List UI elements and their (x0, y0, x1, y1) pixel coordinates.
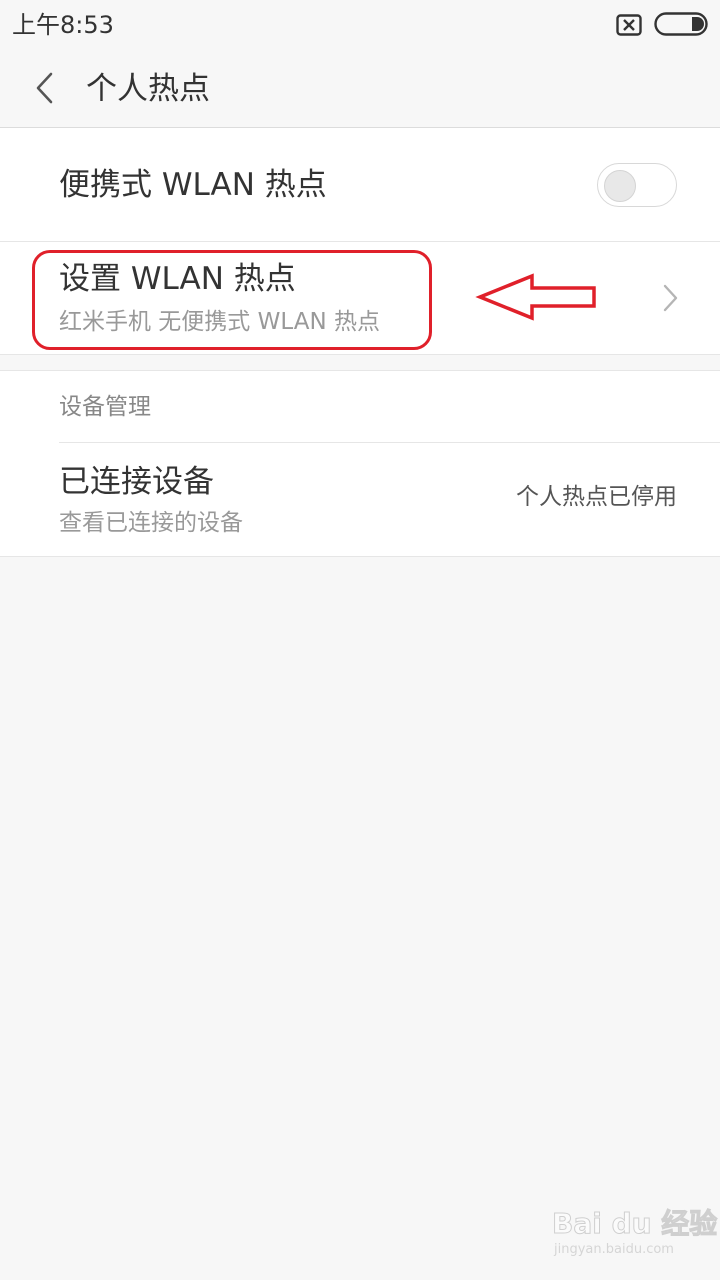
chevron-left-icon (36, 72, 53, 104)
device-management-section: 设备管理 已连接设备 查看已连接的设备 个人热点已停用 (0, 370, 720, 557)
hotspot-section: 便携式 WLAN 热点 设置 WLAN 热点 红米手机 无便携式 WLAN 热点 (0, 128, 720, 355)
status-time: 上午8:53 (12, 11, 114, 39)
section-header: 设备管理 (59, 394, 151, 420)
setup-hotspot-row[interactable]: 设置 WLAN 热点 红米手机 无便携式 WLAN 热点 (0, 242, 720, 355)
connected-devices-row[interactable]: 已连接设备 查看已连接的设备 个人热点已停用 (0, 443, 720, 557)
watermark: Bai du 经验 jingyan.baidu.com (551, 1198, 717, 1268)
watermark-logo: Bai du 经验 (551, 1207, 718, 1241)
annotation-highlight-box (32, 250, 432, 350)
watermark-url: jingyan.baidu.com (554, 1242, 674, 1257)
hotspot-toggle-row[interactable]: 便携式 WLAN 热点 (0, 128, 720, 241)
status-bar: 上午8:53 (0, 0, 720, 50)
back-button[interactable] (24, 64, 64, 112)
connected-devices-title: 已连接设备 (59, 464, 214, 500)
battery-icon (654, 12, 708, 36)
sim-off-icon (616, 14, 642, 36)
annotation-arrow-icon (475, 273, 596, 321)
hotspot-toggle-switch[interactable] (597, 163, 677, 207)
chevron-right-icon (663, 284, 678, 312)
toggle-knob (604, 170, 636, 202)
page-title: 个人热点 (86, 71, 210, 107)
connected-devices-subtitle: 查看已连接的设备 (59, 510, 243, 536)
hotspot-status-value: 个人热点已停用 (516, 484, 677, 510)
hotspot-toggle-label: 便携式 WLAN 热点 (59, 167, 327, 203)
title-bar: 个人热点 (0, 50, 720, 128)
